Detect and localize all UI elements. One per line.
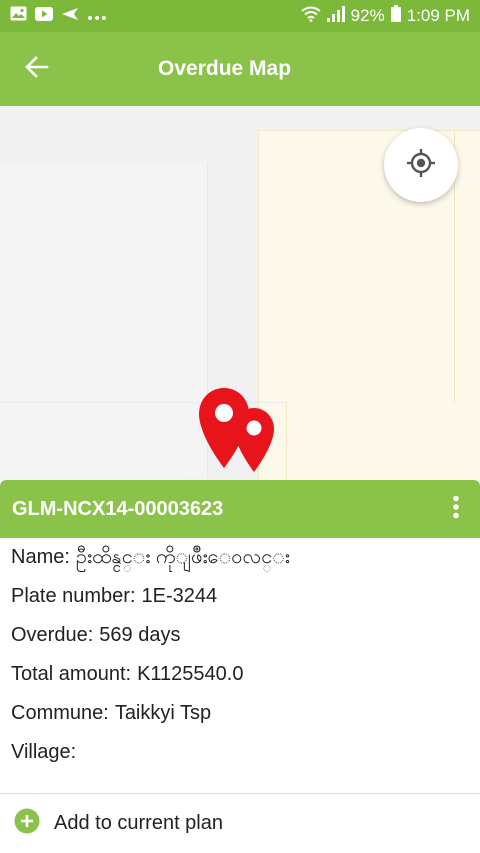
app-bar: Overdue Map (0, 32, 480, 106)
battery-icon (390, 5, 401, 27)
signal-icon (326, 5, 345, 27)
map-building (286, 402, 480, 480)
status-bar: 92% 1:09 PM (0, 0, 480, 32)
battery-percent: 92% (350, 6, 385, 25)
info-plate-number: Plate number: 1E-3244 (11, 577, 480, 616)
youtube-icon (35, 6, 53, 26)
map-view[interactable] (0, 106, 480, 480)
info-overdue: Overdue: 569 days (11, 616, 480, 655)
status-left-icons (10, 6, 107, 26)
info-label: Commune: (11, 702, 109, 724)
wifi-icon (301, 6, 321, 27)
more-vert-icon (452, 495, 460, 524)
info-label: Overdue: (11, 624, 94, 646)
clock: 1:09 PM (406, 6, 470, 25)
info-value: 569 days (99, 624, 181, 646)
info-total-amount: Total amount: K1125540.0 (11, 655, 480, 694)
info-name: Name: ဦးထိန္ငင္း ကိုျဖိဳးေဝလင္း (11, 538, 480, 577)
info-label: Name: (11, 546, 70, 568)
info-card-body: Name: ဦးထိန္ငင္း ကိုျဖိဳးေဝလင္း Plate nu… (0, 538, 480, 772)
info-value: Taikkyi Tsp (114, 702, 212, 724)
info-commune: Commune: Taikkyi Tsp (11, 694, 480, 733)
info-village: Village: (11, 733, 480, 772)
status-right-icons: 92% 1:09 PM (301, 5, 470, 27)
add-to-plan-label: Add to current plan (54, 812, 223, 834)
add-to-plan-button[interactable]: Add to current plan (0, 794, 480, 853)
info-label: Village: (11, 741, 77, 763)
info-card-header: GLM-NCX14-00003623 (0, 480, 480, 538)
info-label: Total amount: (11, 663, 132, 685)
my-location-icon (406, 148, 436, 183)
map-building (0, 162, 208, 480)
add-circle-icon (14, 808, 40, 839)
record-id: GLM-NCX14-00003623 (12, 497, 224, 520)
page-title: Overdue Map (158, 57, 292, 80)
map-pin-icon[interactable] (197, 386, 251, 475)
arrow-left-icon (25, 55, 49, 83)
info-value: ဦးထိန္ငင္း ကိုျဖိဳးေဝလင္း (75, 545, 290, 568)
gallery-icon (10, 6, 27, 26)
my-location-button[interactable] (384, 128, 458, 202)
back-button[interactable] (0, 32, 74, 106)
info-value: 1E-3244 (141, 585, 218, 607)
info-value: K1125540.0 (137, 663, 244, 685)
info-label: Plate number: (11, 585, 136, 607)
more-dots-icon (87, 6, 107, 26)
more-options-button[interactable] (432, 480, 480, 538)
send-icon (61, 6, 79, 26)
